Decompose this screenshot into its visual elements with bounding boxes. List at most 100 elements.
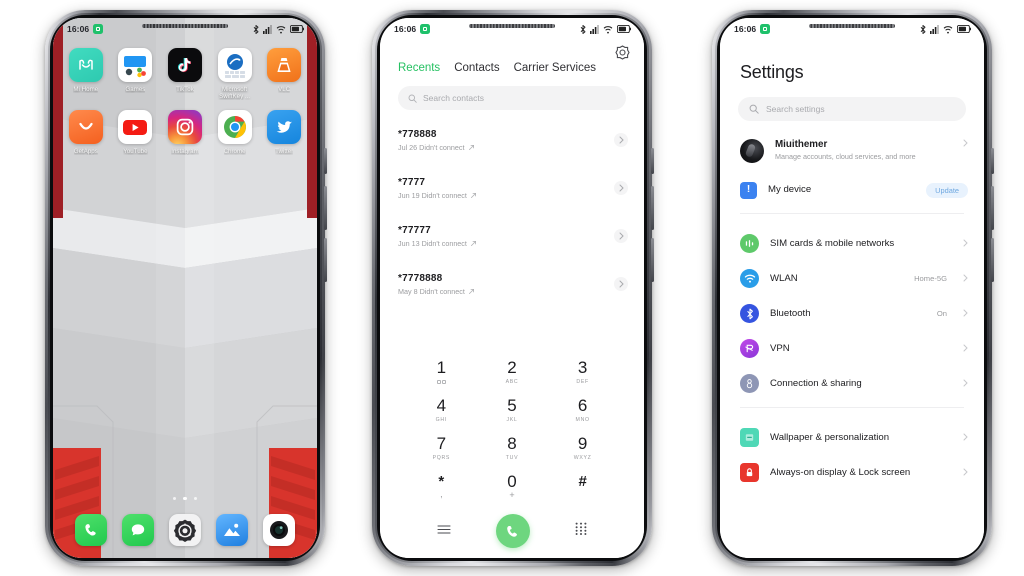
app-mi-home[interactable]: Mi Home — [61, 48, 111, 100]
dialer-tabs: Recents Contacts Carrier Services — [380, 40, 644, 74]
settings-row-wallpaper[interactable]: Wallpaper & personalization — [720, 420, 984, 455]
my-device-row[interactable]: ! My device Update — [720, 173, 984, 207]
key-letters: MNO — [575, 417, 590, 423]
dialpad-key-5[interactable]: 5 JKL — [477, 392, 548, 428]
settings-row-label: Bluetooth — [770, 307, 811, 319]
gear-icon[interactable] — [614, 44, 630, 60]
account-row[interactable]: Miuithemer Manage accounts, cloud servic… — [720, 129, 984, 173]
personalization-group: Wallpaper & personalization Always-on di… — [720, 414, 984, 490]
key-letters: + — [509, 490, 515, 500]
battery-icon — [617, 25, 631, 33]
phone-icon[interactable] — [74, 514, 107, 546]
search-contacts-input[interactable]: Search contacts — [398, 86, 626, 110]
call-details-button[interactable] — [614, 229, 628, 243]
call-log-row[interactable]: *77777 Jun 13 Didn't connect — [380, 212, 644, 260]
page-dot[interactable] — [172, 496, 177, 500]
recent-calls-list[interactable]: *778888 Jul 26 Didn't connect *7777 Jun … — [380, 110, 644, 350]
key-digit: 1 — [436, 358, 447, 377]
call-details-button[interactable] — [614, 181, 628, 195]
call-detail: Jun 13 Didn't connect — [398, 239, 477, 248]
dialpad-key-1[interactable]: 1 — [406, 354, 477, 390]
list-fade-overlay — [380, 328, 644, 350]
settings-row-always-on-display[interactable]: Always-on display & Lock screen — [720, 455, 984, 490]
page-dot[interactable] — [193, 496, 198, 500]
key-digit: # — [578, 473, 587, 490]
call-details-button[interactable] — [614, 133, 628, 147]
earpiece-grille — [142, 24, 228, 28]
power-button[interactable] — [324, 238, 327, 282]
app-youtube[interactable]: YouTube — [111, 110, 161, 155]
search-settings-input[interactable]: Search settings — [738, 97, 966, 121]
app-badge-icon — [93, 24, 104, 34]
volume-up-button[interactable] — [651, 186, 654, 230]
voicemail-icon — [436, 379, 447, 385]
dialpad-key-0[interactable]: 0 + — [477, 468, 548, 504]
dialpad-key-3[interactable]: 3 DEF — [547, 354, 618, 390]
dialpad-key-9[interactable]: 9 WXYZ — [547, 430, 618, 466]
account-avatar — [740, 139, 764, 163]
phone-mockup-settings: 16:06 Settings Search settings Miuitheme… — [712, 10, 994, 566]
settings-row-wlan[interactable]: WLAN Home-5G — [720, 261, 984, 296]
app-getapps[interactable]: GetApps — [61, 110, 111, 155]
gallery-icon[interactable] — [216, 514, 249, 546]
app-tiktok[interactable]: TikTok — [160, 48, 210, 100]
volume-up-button[interactable] — [324, 186, 327, 230]
chevron-right-icon — [963, 468, 968, 478]
bluetooth-icon — [580, 24, 586, 34]
app-label: VLC — [278, 86, 291, 93]
app-twitter[interactable]: Twitter — [259, 110, 309, 155]
app-label: GetApps — [73, 148, 98, 156]
dialer-action-bar — [380, 504, 644, 558]
hamburger-menu-icon[interactable] — [437, 522, 451, 540]
settings-row-value: On — [936, 309, 947, 318]
settings-row-label: WLAN — [770, 272, 798, 284]
my-device-label: My device — [768, 184, 812, 195]
key-digit: 3 — [577, 358, 588, 377]
settings-row-vpn[interactable]: VPN — [720, 331, 984, 366]
connectivity-group: SIM cards & mobile networks WLAN Home-5G — [720, 220, 984, 401]
call-details-button[interactable] — [614, 277, 628, 291]
mute-button[interactable] — [651, 148, 654, 174]
call-log-row[interactable]: *778888 Jul 26 Didn't connect — [380, 116, 644, 164]
call-detail-text: Jun 13 Didn't connect — [398, 238, 467, 248]
dialpad-key-7[interactable]: 7 PQRS — [406, 430, 477, 466]
call-log-row[interactable]: *7777 Jun 19 Didn't connect — [380, 164, 644, 212]
settings-row-label: VPN — [770, 342, 790, 354]
dialpad-key-2[interactable]: 2 ABC — [477, 354, 548, 390]
tab-recents[interactable]: Recents — [398, 62, 440, 74]
keypad-grid-icon[interactable] — [575, 522, 587, 540]
settings-row-sim-cards[interactable]: SIM cards & mobile networks — [720, 226, 984, 261]
instagram-icon — [167, 110, 202, 145]
dialpad-key-hash[interactable]: # — [547, 468, 618, 504]
power-button[interactable] — [991, 238, 994, 282]
call-button-icon[interactable] — [495, 514, 530, 548]
update-badge[interactable]: Update — [926, 182, 968, 198]
tab-contacts[interactable]: Contacts — [454, 62, 499, 74]
dialpad-key-6[interactable]: 6 MNO — [547, 392, 618, 428]
camera-icon[interactable] — [263, 514, 296, 546]
mute-button[interactable] — [991, 148, 994, 174]
app-swiftkey[interactable]: Microsoft SwiftKey ... — [210, 48, 260, 100]
app-instagram[interactable]: Instagram — [160, 110, 210, 155]
key-digit: 6 — [577, 396, 588, 415]
mute-button[interactable] — [324, 148, 327, 174]
app-games[interactable]: Games — [111, 48, 161, 100]
tab-carrier-services[interactable]: Carrier Services — [514, 62, 596, 74]
settings-row-bluetooth[interactable]: Bluetooth On — [720, 296, 984, 331]
volume-up-button[interactable] — [991, 186, 994, 230]
home-dock — [53, 514, 317, 546]
call-log-row[interactable]: *7778888 May 8 Didn't connect — [380, 260, 644, 308]
app-label: TikTok — [176, 86, 194, 93]
app-vlc[interactable]: VLC — [259, 48, 309, 100]
power-button[interactable] — [651, 238, 654, 282]
messages-icon[interactable] — [121, 514, 154, 546]
dialpad-key-8[interactable]: 8 TUV — [477, 430, 548, 466]
status-bar-left: 16:06 — [67, 24, 104, 34]
app-chrome[interactable]: Chrome — [210, 110, 260, 155]
outgoing-call-icon — [470, 240, 476, 246]
page-dot-active[interactable] — [183, 496, 187, 500]
settings-row-connection-sharing[interactable]: Connection & sharing — [720, 366, 984, 401]
dialpad-key-star[interactable]: * , — [406, 468, 477, 504]
settings-gear-icon[interactable] — [168, 514, 201, 546]
dialpad-key-4[interactable]: 4 GHI — [406, 392, 477, 428]
